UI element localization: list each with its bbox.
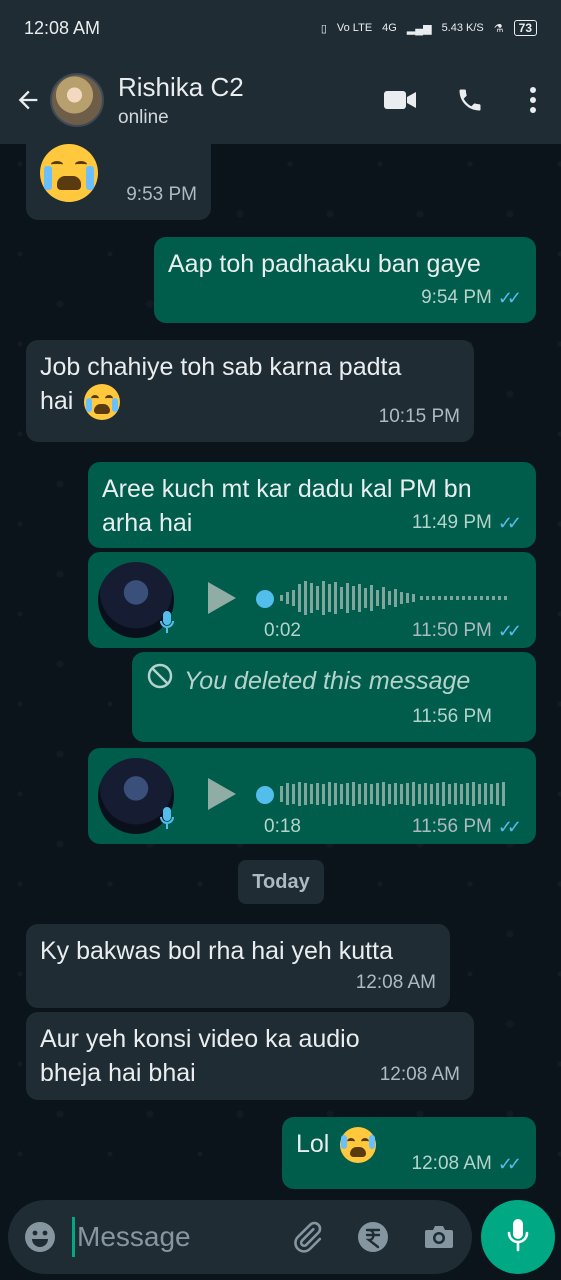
message-time: 11:56 PM <box>412 706 492 727</box>
contact-status: online <box>118 106 169 128</box>
contact-name: Rishika C2 <box>118 71 244 102</box>
network-label: Vo LTE <box>336 22 373 34</box>
message-time: 11:50 PM ✓✓ <box>411 620 522 641</box>
message-time: 9:54 PM ✓✓ <box>421 281 522 315</box>
signal-label: 4G <box>382 22 397 34</box>
waveform[interactable] <box>280 578 516 618</box>
message-text: Aap toh padhaaku ban gaye <box>168 250 481 278</box>
contact-info[interactable]: Rishika C2 online <box>118 72 365 129</box>
chat-area[interactable]: 9:53 PM Aap toh padhaaku ban gaye 9:54 P… <box>0 144 561 1200</box>
rupee-icon[interactable] <box>340 1200 406 1274</box>
more-icon[interactable] <box>505 70 561 130</box>
crying-emoji-icon <box>84 384 121 421</box>
play-icon[interactable] <box>206 776 238 817</box>
message-text-line: Aur yeh konsi video ka audio <box>40 1025 360 1053</box>
message-time: 12:08 AM ✓✓ <box>412 1147 523 1181</box>
message-bubble[interactable]: Lol 12:08 AM ✓✓ <box>282 1117 536 1189</box>
header-actions <box>365 70 561 130</box>
playback-position-icon[interactable] <box>256 590 274 608</box>
message-time: 10:15 PM <box>378 406 460 427</box>
voice-message[interactable]: 0:18 11:56 PM ✓✓ <box>88 748 536 844</box>
message-time: 12:08 AM <box>379 1064 460 1085</box>
back-arrow-icon[interactable] <box>6 78 50 122</box>
play-icon[interactable] <box>206 580 238 621</box>
crying-emoji-icon <box>40 144 98 202</box>
deleted-message: You deleted this message <box>146 662 522 699</box>
avatar[interactable] <box>50 73 104 127</box>
deleted-text: You deleted this message <box>184 666 471 695</box>
voice-message[interactable]: 0:02 11:50 PM ✓✓ <box>88 552 536 648</box>
double-check-icon: ✓✓ <box>497 1154 522 1174</box>
camera-icon[interactable] <box>406 1200 472 1274</box>
status-bar: 12:08 AM ▯ Vo LTE 4G ▂▄▆ 5.43 K/S ⚗ 73 <box>0 0 561 56</box>
double-check-icon: ✓✓ <box>497 816 522 837</box>
mic-icon <box>160 610 174 639</box>
video-call-icon[interactable] <box>365 70 435 130</box>
speed-label: 5.43 K/S <box>441 22 484 34</box>
message-text-line: Job chahiye toh sab karna padta <box>40 353 402 381</box>
message-input-container[interactable] <box>8 1200 472 1274</box>
message-bubble[interactable]: Aree kuch mt kar dadu kal PM bn arha hai… <box>88 462 536 548</box>
mic-icon <box>507 1218 529 1257</box>
message-time: 9:53 PM <box>126 184 197 205</box>
message-bubble[interactable]: Job chahiye toh sab karna padta hai 10:1… <box>26 340 474 442</box>
status-time: 12:08 AM <box>24 17 101 38</box>
message-input[interactable] <box>75 1221 274 1253</box>
message-bubble[interactable]: Ky bakwas bol rha hai yeh kutta 12:08 AM <box>26 924 450 1008</box>
mic-button[interactable] <box>481 1200 555 1274</box>
phone-icon[interactable] <box>435 70 505 130</box>
day-divider: Today <box>238 860 324 904</box>
message-bubble[interactable]: 9:53 PM <box>26 144 211 220</box>
chat-header: Rishika C2 online <box>0 56 561 144</box>
message-text-line: hai <box>40 387 74 415</box>
mic-icon <box>160 806 174 835</box>
flask-icon: ⚗ <box>493 22 504 35</box>
message-bubble[interactable]: You deleted this message 11:56 PM <box>132 652 536 742</box>
message-time: 12:08 AM <box>355 972 436 993</box>
message-time: 11:56 PM ✓✓ <box>411 816 522 837</box>
message-text: Ky bakwas bol rha hai yeh kutta <box>40 937 393 965</box>
attach-icon[interactable] <box>274 1200 340 1274</box>
double-check-icon: ✓✓ <box>497 620 522 641</box>
double-check-icon: ✓✓ <box>497 288 522 308</box>
blocked-icon <box>146 662 174 699</box>
waveform[interactable] <box>280 774 516 814</box>
signal-bars-icon: ▂▄▆ <box>406 22 432 35</box>
composer <box>0 1200 561 1280</box>
battery-indicator: 73 <box>513 20 537 36</box>
double-check-icon: ✓✓ <box>497 513 522 533</box>
message-time: 11:49 PM ✓✓ <box>412 506 522 540</box>
message-bubble[interactable]: Aap toh padhaaku ban gaye 9:54 PM ✓✓ <box>154 237 536 323</box>
voice-duration: 0:18 <box>264 816 301 837</box>
voice-duration: 0:02 <box>264 620 301 641</box>
emoji-icon[interactable] <box>8 1200 72 1274</box>
message-text-line: Aree kuch mt kar dadu kal PM bn <box>102 475 472 503</box>
message-bubble[interactable]: Aur yeh konsi video ka audio bheja hai b… <box>26 1012 474 1100</box>
status-icons: ▯ Vo LTE 4G ▂▄▆ 5.43 K/S ⚗ 73 <box>321 20 537 36</box>
message-text: Lol <box>296 1130 330 1158</box>
vibrate-icon: ▯ <box>320 22 327 35</box>
laughing-emoji-icon <box>340 1127 377 1164</box>
playback-position-icon[interactable] <box>256 786 274 804</box>
